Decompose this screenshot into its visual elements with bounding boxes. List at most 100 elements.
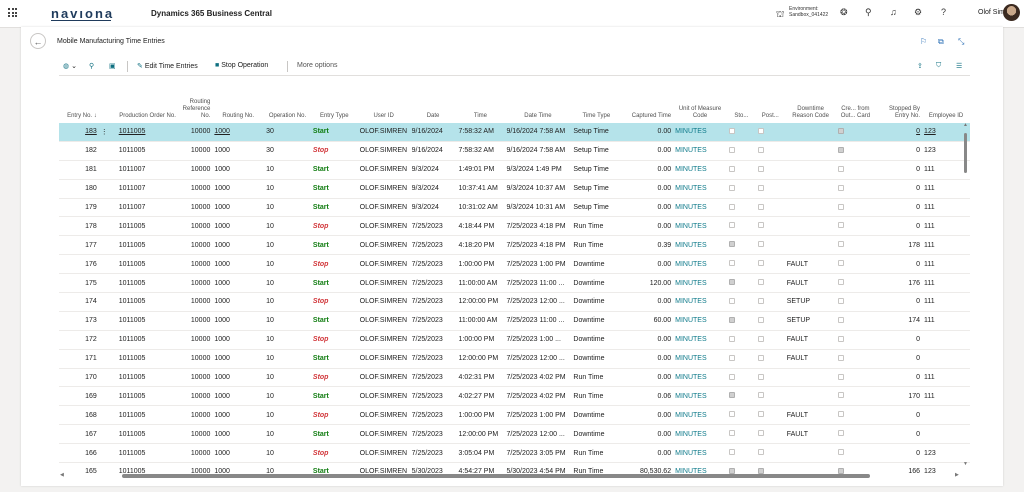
col-header-operation-no[interactable]: Operation No.	[264, 77, 311, 123]
table-row[interactable]: 179 1011007 10000 1000 10 Start OLOF.SIMREN 9/3…	[59, 198, 970, 218]
table-row[interactable]: 166 1011005 10000 1000 10 Stop OLOF.SIMREN 7/25…	[59, 443, 970, 464]
col-header-posted[interactable]: Post...	[756, 77, 785, 123]
cell-user-id: OLOF.SIMREN	[357, 141, 410, 161]
col-header-unit-of-measure-code[interactable]: Unit of Measure Code	[673, 77, 727, 123]
more-options-button[interactable]: More options	[297, 62, 337, 69]
col-header-captured-time[interactable]: Captured Time	[621, 77, 673, 123]
search-icon[interactable]: ⚲	[89, 62, 96, 70]
notifications-icon[interactable]: ♫	[890, 7, 897, 17]
cell-entry-no[interactable]: 175	[59, 273, 99, 294]
cell-entry-no[interactable]: 177	[59, 235, 99, 256]
table-row[interactable]: 174 1011005 10000 1000 10 Stop OLOF.SIMREN 7/25…	[59, 292, 970, 312]
col-header-routing-no[interactable]: Routing No.	[212, 77, 264, 123]
cell-date: 7/25/2023	[409, 330, 457, 350]
cell-time: 10:37:41 AM	[456, 179, 505, 199]
search-icon[interactable]: ⚲	[865, 7, 872, 18]
cell-unit-of-measure-code: MINUTES	[673, 386, 727, 407]
filter-icon[interactable]: ⛉	[936, 62, 943, 70]
settings-gear-icon[interactable]: ⚙	[914, 7, 922, 18]
col-header-created-from-output-card[interactable]: Cre... from Out... Card	[836, 77, 874, 123]
scroll-left-arrow-icon[interactable]: ◀	[60, 472, 64, 478]
cell-operation-no: 10	[264, 160, 311, 180]
cell-entry-no[interactable]: 173	[59, 311, 99, 331]
cell-entry-no[interactable]: 168	[59, 405, 99, 426]
cell-unit-of-measure-code: MINUTES	[673, 198, 727, 218]
col-header-time[interactable]: Time	[456, 77, 504, 123]
view-switch-icon[interactable]: ◍ ⌄	[63, 62, 77, 70]
cell-entry-no[interactable]: 180	[59, 179, 99, 199]
scroll-up-arrow-icon[interactable]: ▲	[963, 122, 968, 128]
col-header-production-order-no[interactable]: Production Order No.	[117, 77, 179, 123]
row-actions-menu-icon[interactable]: ⋮	[98, 123, 117, 142]
cell-entry-no[interactable]: 167	[59, 424, 99, 445]
vertical-scrollbar-thumb[interactable]	[964, 133, 967, 173]
cell-entry-no[interactable]: 182	[59, 141, 99, 161]
table-row[interactable]: 170 1011005 10000 1000 10 Stop OLOF.SIMREN 7/25…	[59, 368, 970, 388]
table-row[interactable]: 182 1011005 10000 1000 30 Stop OLOF.SIMREN 9/16…	[59, 141, 970, 161]
edit-time-entries-button[interactable]: ✎ Edit Time Entries	[137, 62, 198, 70]
table-row[interactable]: 176 1011005 10000 1000 10 Stop OLOF.SIMREN 7/25…	[59, 254, 970, 275]
col-header-user-id[interactable]: User ID	[358, 77, 410, 123]
table-row[interactable]: 183 ⋮ 1011005 10000 1000 30 Start OLOF.SIMREN 9/…	[59, 123, 970, 142]
bookmark-icon[interactable]: ⚐	[920, 37, 927, 46]
checkbox	[757, 146, 764, 153]
col-header-stopped[interactable]: Sto...	[727, 77, 756, 123]
table-row[interactable]: 168 1011005 10000 1000 10 Stop OLOF.SIMREN 7/25…	[59, 405, 970, 426]
table-row[interactable]: 177 1011005 10000 1000 10 Start OLOF.SIMREN 7/2…	[59, 235, 970, 256]
table-row[interactable]: 175 1011005 10000 1000 10 Start OLOF.SIMREN 7/2…	[59, 273, 970, 294]
col-header-downtime-reason-code[interactable]: Downtime Reason Code	[785, 77, 837, 123]
cell-entry-no[interactable]: 170	[59, 368, 99, 388]
cell-stopped	[726, 235, 756, 256]
cell-entry-no[interactable]: 176	[59, 254, 99, 275]
app-launcher-icon[interactable]	[8, 8, 17, 17]
stop-operation-button[interactable]: ■ Stop Operation	[215, 62, 268, 69]
cell-entry-no[interactable]: 174	[59, 292, 99, 312]
table-row[interactable]: 178 1011005 10000 1000 10 Stop OLOF.SIMREN 7/25…	[59, 216, 970, 237]
avatar[interactable]	[1003, 4, 1020, 21]
checkbox	[728, 203, 735, 210]
cell-entry-no[interactable]: 169	[59, 386, 99, 407]
environment-icon[interactable]: ⛫	[776, 9, 784, 21]
collapse-icon[interactable]: ⤡	[958, 37, 964, 47]
table-row[interactable]: 171 1011005 10000 1000 10 Start OLOF.SIMREN 7/2…	[59, 349, 970, 369]
edit-list-icon[interactable]: ▣	[109, 62, 118, 70]
cell-entry-no[interactable]: 183	[59, 123, 99, 142]
cell-stopped	[726, 424, 756, 445]
cell-date: 7/25/2023	[409, 216, 457, 237]
table-row[interactable]: 181 1011007 10000 1000 10 Start OLOF.SIMREN 9/3…	[59, 160, 970, 180]
cell-entry-no[interactable]: 171	[59, 349, 99, 369]
col-header-stopped-by-entry-no[interactable]: Stopped By Entry No.	[874, 77, 922, 123]
cell-time-type: Downtime	[571, 424, 622, 445]
table-row[interactable]: 180 1011007 10000 1000 10 Start OLOF.SIMREN 9/3…	[59, 179, 970, 199]
back-button[interactable]: ←	[30, 33, 46, 49]
share-icon[interactable]: ⇪	[917, 62, 925, 70]
col-header-entry-no[interactable]: Entry No. ↓	[59, 77, 99, 123]
col-header-routing-reference-no[interactable]: Routing Reference No.	[178, 77, 212, 123]
cell-entry-no[interactable]: 166	[59, 443, 99, 464]
col-header-date-time[interactable]: Date Time	[504, 77, 571, 123]
cell-entry-no[interactable]: 179	[59, 198, 99, 218]
table-row[interactable]: 169 1011005 10000 1000 10 Start OLOF.SIMREN 7/2…	[59, 386, 970, 407]
scroll-right-arrow-icon[interactable]: ▶	[955, 472, 959, 478]
col-header-entry-type[interactable]: Entry Type	[311, 77, 358, 123]
cell-entry-no[interactable]: 172	[59, 330, 99, 350]
copilot-icon[interactable]: ❂	[840, 7, 848, 18]
col-header-time-type[interactable]: Time Type	[571, 77, 621, 123]
col-header-employee-id[interactable]: Employee ID	[922, 77, 970, 123]
cell-routing-reference-no: 10000	[178, 141, 213, 161]
help-icon[interactable]: ?	[941, 7, 946, 17]
cell-entry-no[interactable]: 181	[59, 160, 99, 180]
list-view-icon[interactable]: ☰	[956, 62, 964, 70]
col-header-date[interactable]: Date	[410, 77, 457, 123]
open-new-window-icon[interactable]: ⧉	[938, 37, 944, 47]
horizontal-scrollbar-thumb[interactable]	[122, 474, 870, 478]
table-row[interactable]: 173 1011005 10000 1000 10 Start OLOF.SIMREN 7/2…	[59, 311, 970, 331]
table-row[interactable]: 172 1011005 10000 1000 10 Stop OLOF.SIMREN 7/25…	[59, 330, 970, 350]
page-title: Mobile Manufacturing Time Entries	[57, 38, 165, 45]
scroll-down-arrow-icon[interactable]: ▼	[963, 461, 968, 467]
app-title[interactable]: Dynamics 365 Business Central	[151, 9, 272, 18]
environment-info[interactable]: Environment: Sandbox_041422	[789, 6, 828, 18]
cell-entry-no[interactable]: 165	[59, 462, 99, 475]
cell-entry-no[interactable]: 178	[59, 216, 99, 237]
table-row[interactable]: 167 1011005 10000 1000 10 Start OLOF.SIMREN 7/2…	[59, 424, 970, 445]
